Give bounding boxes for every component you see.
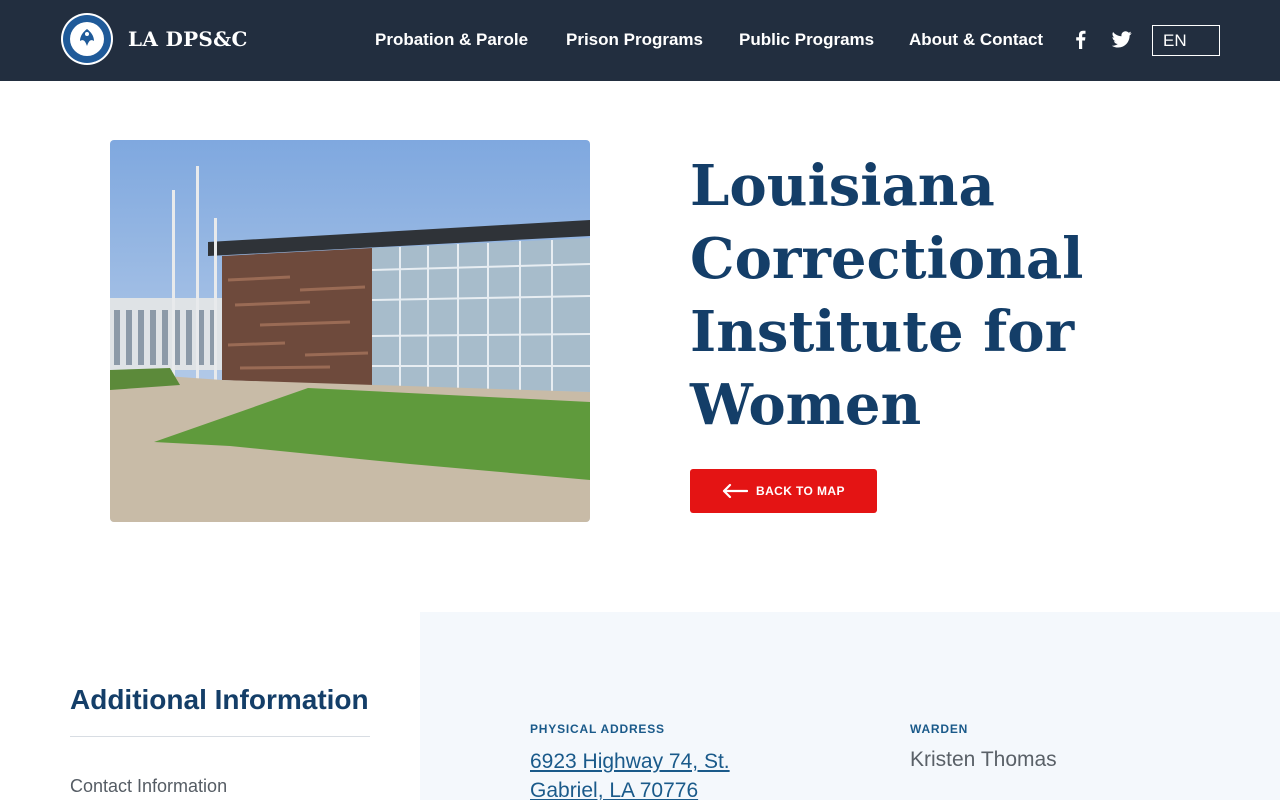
page-title: Louisiana Correctional Institute for Wom…	[690, 153, 1084, 438]
nav-public-programs[interactable]: Public Programs	[739, 30, 874, 50]
back-to-map-label: BACK TO MAP	[756, 484, 845, 498]
facility-photo	[110, 140, 590, 522]
arrow-left-icon	[722, 483, 748, 499]
physical-address-label: PHYSICAL ADDRESS	[530, 722, 665, 736]
site-header: LA DPS&C Probation & Parole Prison Progr…	[0, 0, 1280, 81]
language-selector[interactable]: EN	[1152, 25, 1220, 56]
heading-divider	[70, 736, 370, 737]
facebook-icon[interactable]	[1070, 29, 1090, 49]
state-seal-logo[interactable]	[61, 13, 113, 65]
facility-building-photo	[110, 140, 590, 522]
warden-name: Kristen Thomas	[910, 748, 1057, 771]
twitter-icon[interactable]	[1112, 29, 1132, 49]
nav-probation-parole[interactable]: Probation & Parole	[375, 30, 528, 50]
back-to-map-button[interactable]: BACK TO MAP	[690, 469, 877, 513]
additional-information-heading: Additional Information	[70, 684, 369, 715]
seal-inner	[70, 22, 104, 56]
seal-ring	[63, 15, 111, 63]
nav-about-contact[interactable]: About & Contact	[909, 30, 1043, 50]
contact-information-link[interactable]: Contact Information	[70, 776, 227, 797]
nav-prison-programs[interactable]: Prison Programs	[566, 30, 703, 50]
physical-address-link[interactable]: 6923 Highway 74, St. Gabriel, LA 70776	[530, 747, 760, 800]
site-brand[interactable]: LA DPS&C	[128, 27, 248, 51]
pelican-icon	[80, 29, 94, 46]
warden-label: WARDEN	[910, 722, 969, 736]
